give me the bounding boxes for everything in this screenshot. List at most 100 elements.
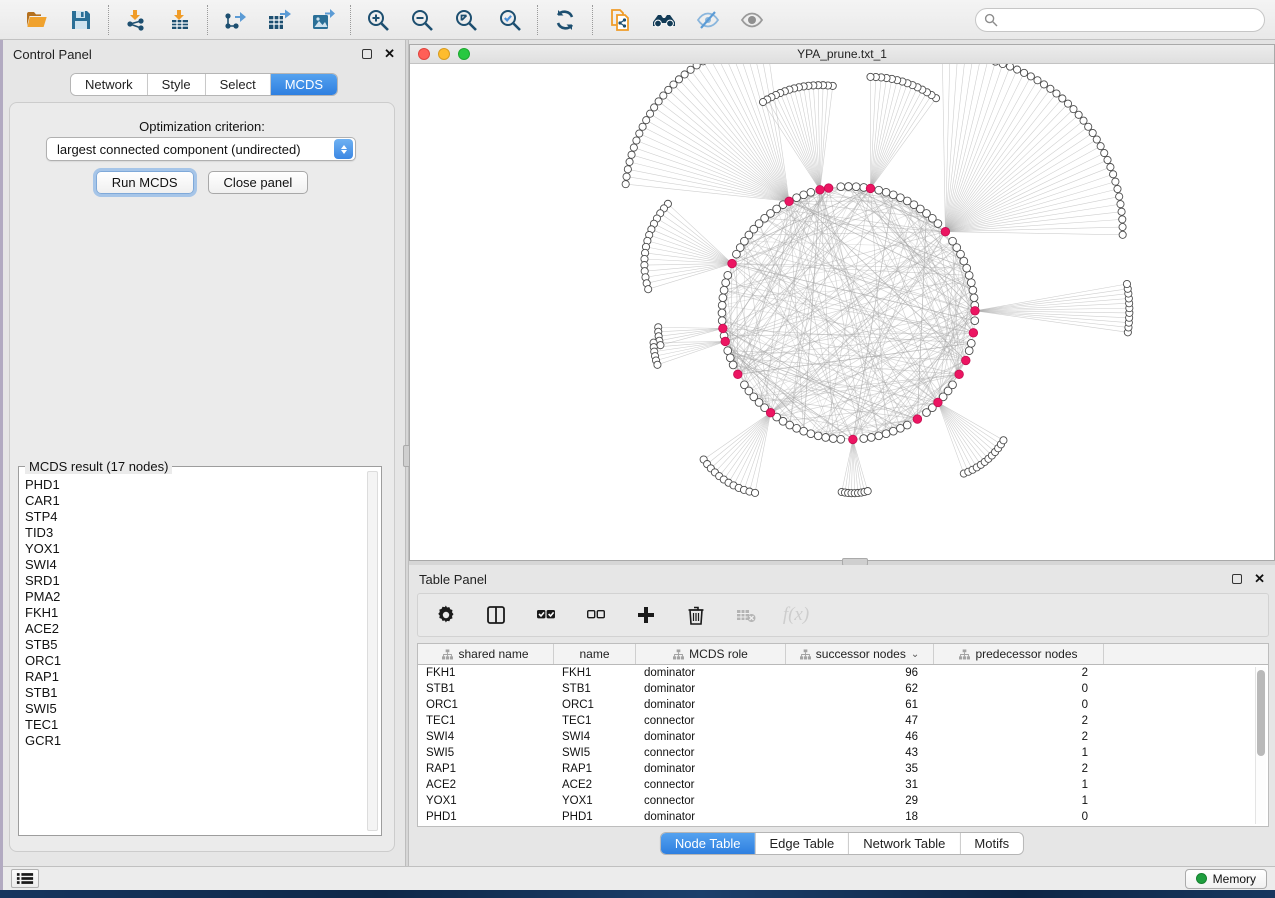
- network-canvas[interactable]: [410, 64, 1274, 560]
- table-cell[interactable]: 43: [786, 747, 934, 759]
- table-row[interactable]: SWI5SWI5connector431: [418, 745, 1268, 761]
- table-cell[interactable]: FKH1: [418, 667, 554, 679]
- mcds-result-list[interactable]: PHD1CAR1STP4TID3YOX1SWI4SRD1PMA2FKH1ACE2…: [25, 477, 367, 831]
- column-header-name[interactable]: name: [554, 644, 636, 664]
- table-cell[interactable]: ORC1: [554, 699, 636, 711]
- table-cell[interactable]: dominator: [636, 683, 786, 695]
- tab-motifs[interactable]: Motifs: [959, 833, 1023, 854]
- table-cell[interactable]: 0: [934, 811, 1104, 823]
- table-cell[interactable]: 35: [786, 763, 934, 775]
- mcds-result-item[interactable]: SRD1: [25, 573, 367, 589]
- import-table-icon[interactable]: [167, 7, 193, 33]
- table-cell[interactable]: 0: [934, 699, 1104, 711]
- table-cell[interactable]: SWI5: [554, 747, 636, 759]
- close-panel-icon[interactable]: ✕: [384, 49, 395, 59]
- table-cell[interactable]: PHD1: [418, 811, 554, 823]
- delete-table-icon[interactable]: [734, 603, 758, 627]
- column-header-successor-nodes[interactable]: successor nodes⌄: [786, 644, 934, 664]
- column-header-shared-name[interactable]: shared name: [418, 644, 554, 664]
- import-network-icon[interactable]: [123, 7, 149, 33]
- table-cell[interactable]: RAP1: [554, 763, 636, 775]
- clone-network-icon[interactable]: [607, 7, 633, 33]
- table-cell[interactable]: connector: [636, 779, 786, 791]
- mcds-result-item[interactable]: CAR1: [25, 493, 367, 509]
- float-panel-icon[interactable]: [362, 49, 372, 59]
- table-scrollbar[interactable]: [1255, 667, 1266, 824]
- table-cell[interactable]: 61: [786, 699, 934, 711]
- mcds-result-item[interactable]: TEC1: [25, 717, 367, 733]
- tab-node-table[interactable]: Node Table: [661, 833, 755, 854]
- table-cell[interactable]: 31: [786, 779, 934, 791]
- table-cell[interactable]: SWI4: [554, 731, 636, 743]
- column-header-MCDS-role[interactable]: MCDS role: [636, 644, 786, 664]
- mcds-result-item[interactable]: TID3: [25, 525, 367, 541]
- table-row[interactable]: ORC1ORC1dominator610: [418, 697, 1268, 713]
- table-row[interactable]: SWI4SWI4dominator462: [418, 729, 1268, 745]
- criterion-dropdown[interactable]: largest connected component (undirected): [46, 137, 356, 161]
- table-cell[interactable]: dominator: [636, 731, 786, 743]
- table-cell[interactable]: dominator: [636, 699, 786, 711]
- table-cell[interactable]: 2: [934, 763, 1104, 775]
- mcds-result-item[interactable]: SWI5: [25, 701, 367, 717]
- table-cell[interactable]: 1: [934, 795, 1104, 807]
- table-cell[interactable]: 2: [934, 731, 1104, 743]
- mcds-result-item[interactable]: SWI4: [25, 557, 367, 573]
- function-builder-icon[interactable]: f(x): [784, 603, 808, 627]
- tab-network-table[interactable]: Network Table: [848, 833, 959, 854]
- refresh-icon[interactable]: [552, 7, 578, 33]
- mcds-result-item[interactable]: STB1: [25, 685, 367, 701]
- mcds-list-scrollbar[interactable]: [367, 471, 378, 831]
- zoom-fit-icon[interactable]: [453, 7, 479, 33]
- table-cell[interactable]: connector: [636, 747, 786, 759]
- mcds-result-item[interactable]: STP4: [25, 509, 367, 525]
- mcds-result-item[interactable]: RAP1: [25, 669, 367, 685]
- zoom-out-icon[interactable]: [409, 7, 435, 33]
- zoom-selected-icon[interactable]: [497, 7, 523, 33]
- table-row[interactable]: ACE2ACE2connector311: [418, 777, 1268, 793]
- table-row[interactable]: STB1STB1dominator620: [418, 681, 1268, 697]
- table-cell[interactable]: dominator: [636, 763, 786, 775]
- mcds-result-item[interactable]: YOX1: [25, 541, 367, 557]
- mcds-result-item[interactable]: ACE2: [25, 621, 367, 637]
- mcds-result-item[interactable]: PHD1: [25, 477, 367, 493]
- mcds-result-item[interactable]: STB5: [25, 637, 367, 653]
- table-cell[interactable]: 2: [934, 715, 1104, 727]
- select-all-icon[interactable]: [534, 603, 558, 627]
- table-cell[interactable]: YOX1: [418, 795, 554, 807]
- table-cell[interactable]: dominator: [636, 667, 786, 679]
- run-mcds-button[interactable]: Run MCDS: [96, 171, 194, 194]
- table-cell[interactable]: TEC1: [554, 715, 636, 727]
- table-cell[interactable]: STB1: [554, 683, 636, 695]
- table-row[interactable]: TEC1TEC1connector472: [418, 713, 1268, 729]
- table-cell[interactable]: PHD1: [554, 811, 636, 823]
- table-row[interactable]: RAP1RAP1dominator352: [418, 761, 1268, 777]
- table-cell[interactable]: YOX1: [554, 795, 636, 807]
- table-cell[interactable]: FKH1: [554, 667, 636, 679]
- task-history-icon[interactable]: [11, 869, 39, 888]
- settings-gear-icon[interactable]: [434, 603, 458, 627]
- export-network-icon[interactable]: [222, 7, 248, 33]
- table-cell[interactable]: 47: [786, 715, 934, 727]
- export-image-icon[interactable]: [310, 7, 336, 33]
- column-layout-icon[interactable]: [484, 603, 508, 627]
- mcds-result-item[interactable]: ORC1: [25, 653, 367, 669]
- table-cell[interactable]: 29: [786, 795, 934, 807]
- table-cell[interactable]: 1: [934, 747, 1104, 759]
- network-graph[interactable]: [410, 64, 1274, 560]
- save-session-icon[interactable]: [68, 7, 94, 33]
- table-cell[interactable]: 1: [934, 779, 1104, 791]
- search-input[interactable]: [975, 8, 1265, 32]
- table-cell[interactable]: 96: [786, 667, 934, 679]
- delete-column-icon[interactable]: [684, 603, 708, 627]
- table-cell[interactable]: connector: [636, 795, 786, 807]
- tab-mcds[interactable]: MCDS: [270, 74, 337, 95]
- table-cell[interactable]: 2: [934, 667, 1104, 679]
- table-cell[interactable]: dominator: [636, 811, 786, 823]
- table-cell[interactable]: 62: [786, 683, 934, 695]
- tab-edge-table[interactable]: Edge Table: [754, 833, 848, 854]
- show-all-icon[interactable]: [739, 7, 765, 33]
- mcds-result-item[interactable]: PMA2: [25, 589, 367, 605]
- table-cell[interactable]: 46: [786, 731, 934, 743]
- close-panel-icon[interactable]: ✕: [1254, 574, 1265, 584]
- table-cell[interactable]: TEC1: [418, 715, 554, 727]
